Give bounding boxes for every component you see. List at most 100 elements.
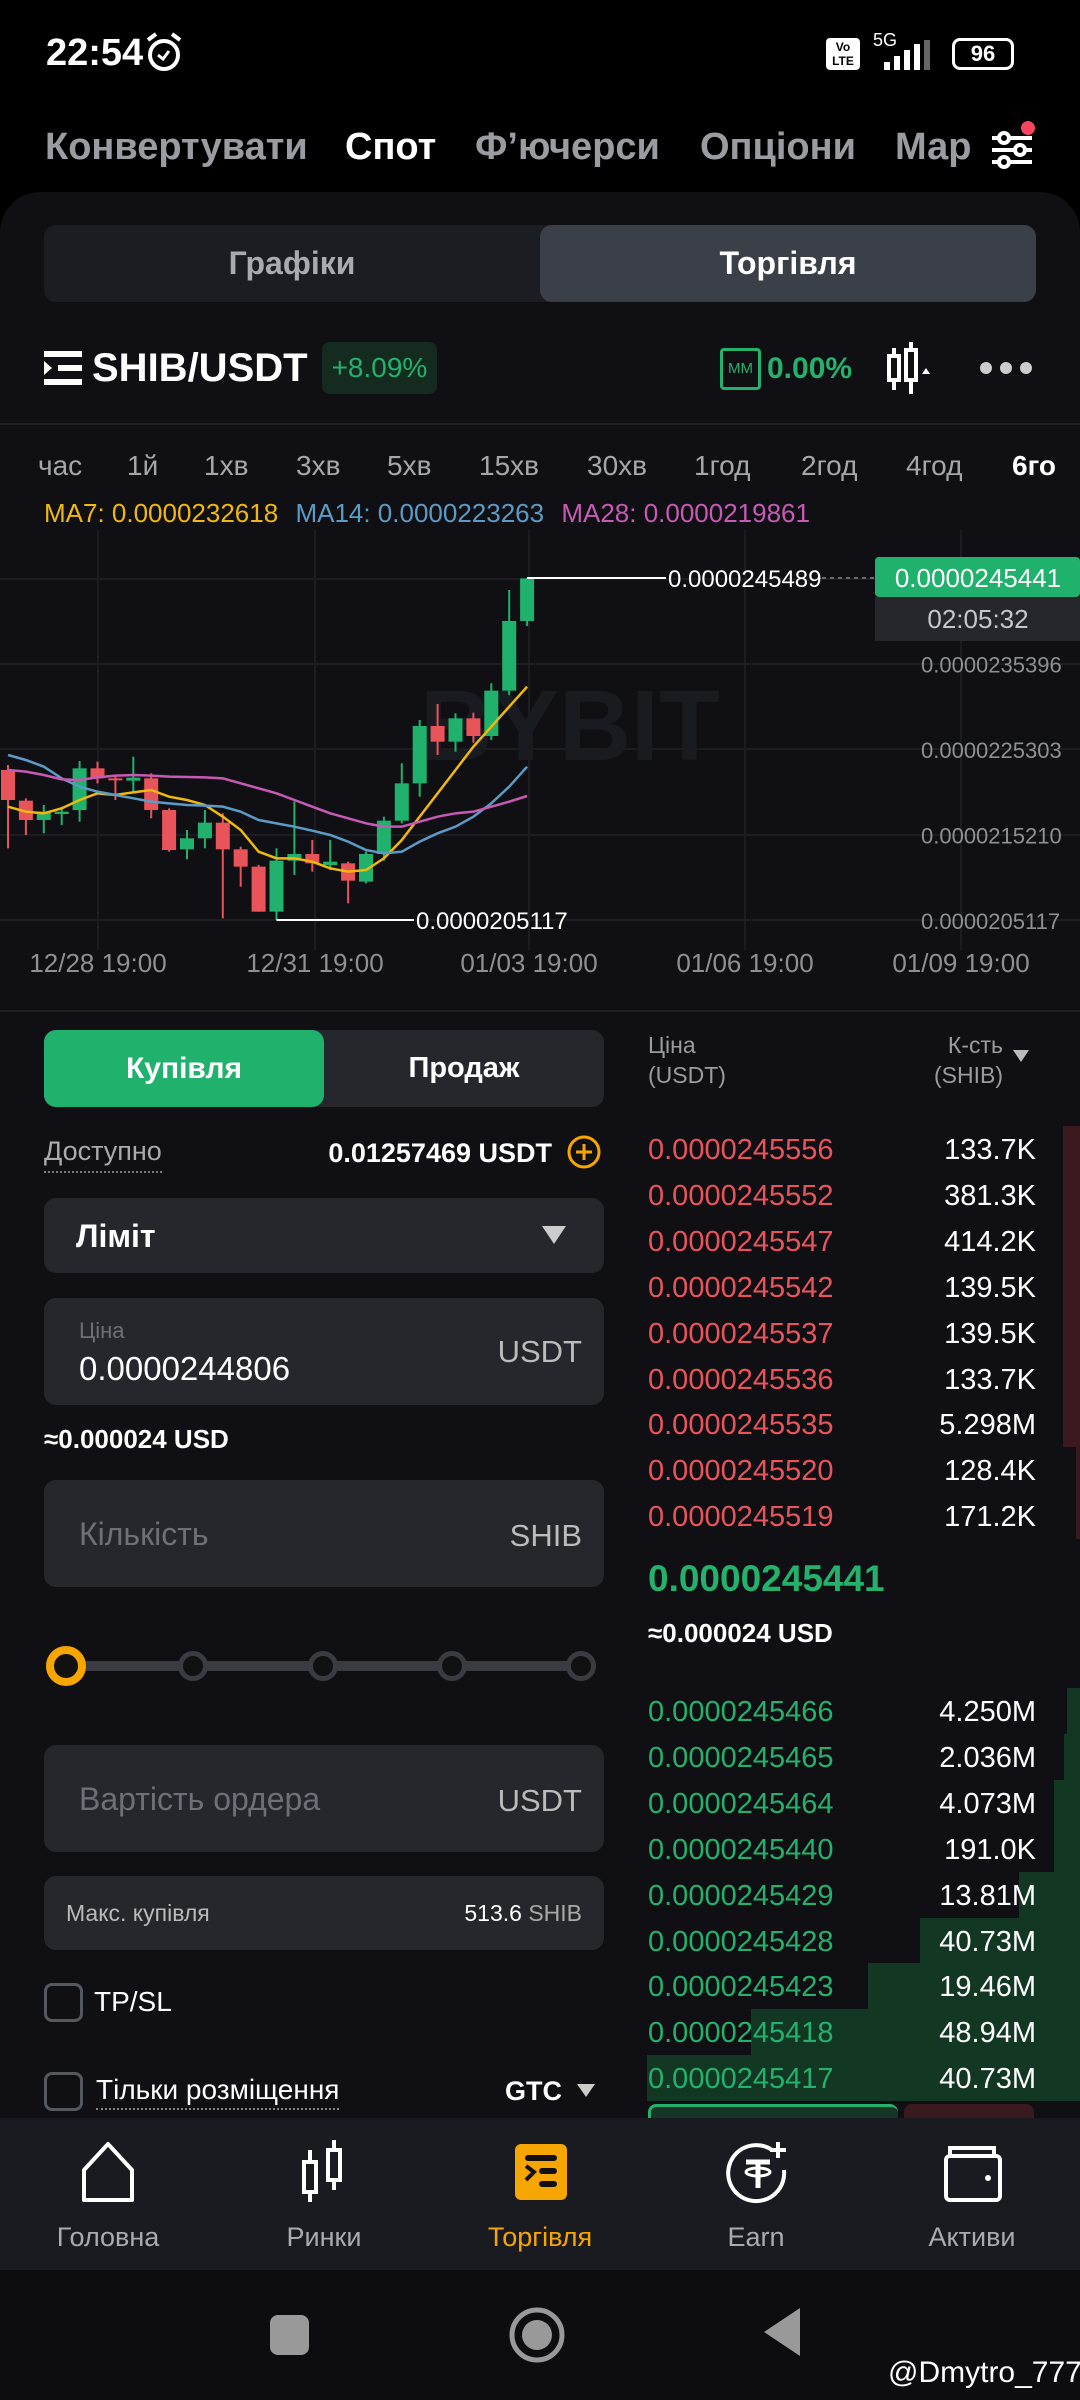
timeframe-item[interactable]: 5хв (387, 450, 431, 482)
timeframe-item[interactable]: 1год (694, 450, 750, 482)
row-qty: 191.0K (944, 1833, 1036, 1866)
ob-qty-header-unit: (SHIB) (934, 1062, 1003, 1088)
top-nav-margin[interactable]: Мар (895, 126, 975, 169)
ask-row[interactable]: 0.0000245536 133.7K (0, 1355, 1080, 1402)
tab-charts[interactable]: Графіки (44, 225, 540, 302)
depth-bar (1062, 1126, 1080, 1172)
home-button[interactable] (508, 2306, 566, 2364)
candle-body (108, 778, 123, 781)
tab-trade[interactable]: Торгівля (540, 225, 1036, 302)
row-qty: 171.2K (944, 1501, 1036, 1534)
depth-bar (1062, 1217, 1080, 1264)
ask-row[interactable]: 0.0000245520 128.4K (0, 1447, 1080, 1494)
amount-slider[interactable] (44, 1640, 604, 1692)
nav-home[interactable]: Головна (0, 2118, 216, 2270)
nav-trade[interactable]: Торгівля (432, 2118, 648, 2270)
timeframe-item[interactable]: 1хв (204, 450, 248, 482)
bid-row[interactable]: 0.0000245429 13.81M (0, 1871, 1080, 1918)
recents-button[interactable] (270, 2315, 309, 2355)
ask-row[interactable]: 0.0000245542 139.5K (0, 1263, 1080, 1310)
slider-step-100[interactable] (566, 1651, 596, 1681)
timeframe-item[interactable]: 1й (127, 450, 158, 482)
ma14-value: MA14: 0.0000223263 (295, 498, 545, 528)
bid-row[interactable]: 0.0000245428 40.73M (0, 1917, 1080, 1964)
timeframe-item-active[interactable]: 6го (1012, 450, 1056, 482)
depth-bar (1062, 1171, 1080, 1218)
bid-row[interactable]: 0.0000245440 191.0K (0, 1825, 1080, 1872)
row-price: 0.0000245520 (648, 1455, 834, 1488)
back-button[interactable] (762, 2308, 802, 2358)
status-bar: 22:54 Vo LTE 5G 96 (0, 0, 1080, 110)
bid-row[interactable]: 0.0000245465 2.036M (0, 1733, 1080, 1780)
row-qty: 40.73M (939, 2063, 1036, 2096)
x-tick-label: 01/03 19:00 (460, 948, 597, 978)
menu-list-icon[interactable] (44, 351, 82, 385)
ask-row[interactable]: 0.0000245535 5.298M (0, 1401, 1080, 1448)
timeframe-item[interactable]: 15хв (479, 450, 539, 482)
price-chart[interactable]: BYBIT 0.0000245489 0.0000205117 0.000023539… (0, 530, 1080, 1000)
nav-assets[interactable]: Активи (864, 2118, 1080, 2270)
slider-step-50[interactable] (308, 1651, 338, 1681)
row-price: 0.0000245417 (648, 2063, 834, 2096)
candle-countdown: 02:05:32 (927, 604, 1028, 634)
price-change-badge: +8.09% (321, 342, 438, 394)
timeframe-item[interactable]: 2год (801, 450, 857, 482)
row-qty: 2.036M (939, 1741, 1036, 1774)
candle-body (323, 861, 338, 866)
ask-row[interactable]: 0.0000245537 139.5K (0, 1309, 1080, 1356)
nav-earn[interactable]: Earn (648, 2118, 864, 2270)
candle-body (520, 578, 535, 621)
top-nav-convert[interactable]: Конвертувати (45, 126, 308, 169)
row-qty: 133.7K (944, 1134, 1036, 1166)
timeframe-item[interactable]: 30хв (587, 450, 647, 482)
slider-step-75[interactable] (437, 1651, 467, 1681)
row-price: 0.0000245536 (648, 1363, 834, 1396)
slider-handle[interactable] (46, 1646, 86, 1686)
candle-body (502, 620, 517, 691)
top-nav-spot[interactable]: Спот (345, 126, 436, 169)
timeframe-item[interactable]: 3хв (296, 450, 340, 482)
ob-qty-header[interactable]: К-сть (SHIB) (934, 1030, 1003, 1090)
timeframe-item[interactable]: час (38, 450, 82, 482)
bid-row[interactable]: 0.0000245466 4.250M (0, 1688, 1080, 1734)
bid-row[interactable]: 0.0000245418 48.94M (0, 2009, 1080, 2056)
candle-body (484, 690, 499, 736)
ob-sell-ratio-bar (904, 2104, 1034, 2118)
candle-body (215, 822, 230, 850)
pair-symbol[interactable]: SHIB/USDT (92, 346, 308, 391)
ask-row[interactable]: 0.0000245552 381.3K (0, 1171, 1080, 1218)
top-nav-options[interactable]: Опціони (700, 126, 856, 169)
row-qty: 19.46M (939, 1971, 1036, 2004)
depth-bar (1062, 1355, 1080, 1402)
candle-body (394, 783, 409, 821)
row-qty: 4.250M (939, 1696, 1036, 1728)
mm-rate-icon[interactable]: MM (720, 348, 761, 390)
nav-markets[interactable]: Ринки (216, 2118, 432, 2270)
ask-row[interactable]: 0.0000245547 414.2K (0, 1217, 1080, 1264)
bid-row[interactable]: 0.0000245417 40.73M (0, 2055, 1080, 2102)
ask-row[interactable]: 0.0000245556 133.7K (0, 1126, 1080, 1172)
ob-price-header: Ціна (USDT) (648, 1030, 726, 1090)
top-nav: Конвертувати Спот Ф’ючерси Опціони Мар (0, 118, 1080, 178)
volte-icon: Vo LTE (826, 38, 860, 70)
candle-body (144, 778, 159, 811)
sort-down-icon[interactable] (1013, 1050, 1029, 1064)
bid-row[interactable]: 0.0000245423 19.46M (0, 1963, 1080, 2010)
nav-assets-label: Активи (928, 2222, 1016, 2252)
depth-bar (1062, 1309, 1080, 1356)
buy-tab[interactable]: Купівля (44, 1030, 324, 1107)
row-qty: 13.81M (939, 1879, 1036, 1912)
filter-settings-icon[interactable] (988, 120, 1038, 172)
bid-row[interactable]: 0.0000245464 4.073M (0, 1779, 1080, 1826)
top-nav-futures[interactable]: Ф’ючерси (475, 126, 660, 169)
ask-row[interactable]: 0.0000245519 171.2K (0, 1493, 1080, 1540)
candlestick-chart-icon[interactable] (886, 342, 938, 398)
more-options-icon[interactable] (978, 360, 1034, 376)
sell-tab[interactable]: Продаж (324, 1030, 604, 1107)
ob-mid-price: 0.0000245441 (648, 1558, 885, 1599)
nav-markets-label: Ринки (286, 2222, 362, 2252)
timeframe-item[interactable]: 4год (906, 450, 962, 482)
depth-bar (1062, 1263, 1080, 1310)
slider-step-25[interactable] (178, 1651, 208, 1681)
mm-rate-value: 0.00% (767, 352, 853, 385)
